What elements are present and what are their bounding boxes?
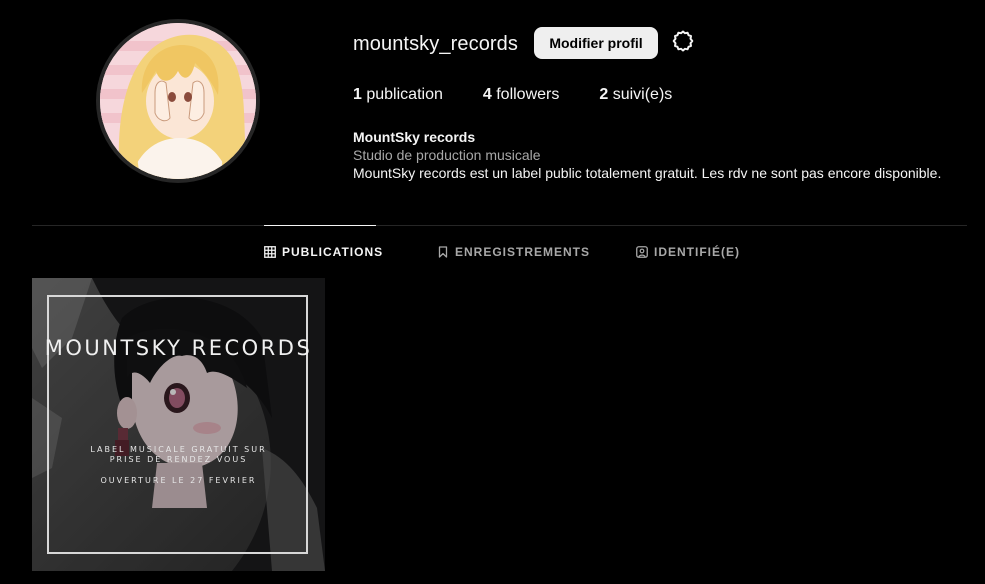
profile-username: mountsky_records [353, 33, 518, 55]
bio-name: MountSky records [353, 129, 476, 145]
stat-count: 4 [482, 86, 492, 103]
post-frame [47, 295, 308, 554]
bio-text: MountSky records est un label public tot… [353, 165, 942, 181]
stat-label: followers [496, 86, 560, 103]
tab-label: IDENTIFIÉ(E) [654, 245, 740, 259]
bookmark-icon [437, 246, 449, 258]
stat-publications: 1 publication [353, 86, 443, 104]
tab-label: ENREGISTREMENTS [455, 245, 591, 259]
tab-saved[interactable]: ENREGISTREMENTS [437, 226, 590, 278]
post-text-line: LABEL MUSICALE GRATUIT SUR [90, 445, 267, 454]
stat-label: publication [366, 86, 443, 103]
bio-category: Studio de production musicale [353, 147, 541, 163]
stat-label: suivi(e)s [612, 86, 673, 103]
settings-button[interactable] [669, 29, 697, 57]
tab-publications[interactable]: PUBLICATIONS [264, 225, 382, 278]
edit-profile-button[interactable]: Modifier profil [534, 27, 658, 59]
post-text-line: OUVERTURE LE 27 FEVRIER [100, 476, 257, 485]
profile-bio: MountSky records Studio de production mu… [353, 128, 941, 182]
post-thumbnail[interactable]: MOUNTSKY RECORDS LABEL MUSICALE GRATUIT … [32, 278, 325, 571]
stat-following[interactable]: 2 suivi(e)s [599, 86, 672, 104]
tab-tagged[interactable]: IDENTIFIÉ(E) [636, 226, 740, 278]
grid-icon [264, 246, 276, 258]
stat-count: 1 [353, 86, 362, 103]
avatar[interactable] [96, 19, 260, 183]
profile-stats: 1 publication 4 followers 2 suivi(e)s [353, 86, 712, 104]
tagged-icon [636, 246, 648, 258]
stat-followers[interactable]: 4 followers [483, 86, 560, 104]
post-title: MOUNTSKY RECORDS [44, 336, 313, 360]
tab-label: PUBLICATIONS [282, 245, 384, 259]
stat-count: 2 [599, 86, 609, 103]
profile-page: mountsky_records Modifier profil 1 publi… [0, 0, 985, 584]
avatar-image [100, 23, 256, 179]
post-text-line: PRISE DE RENDEZ VOUS [109, 455, 248, 464]
gear-icon [671, 29, 695, 58]
